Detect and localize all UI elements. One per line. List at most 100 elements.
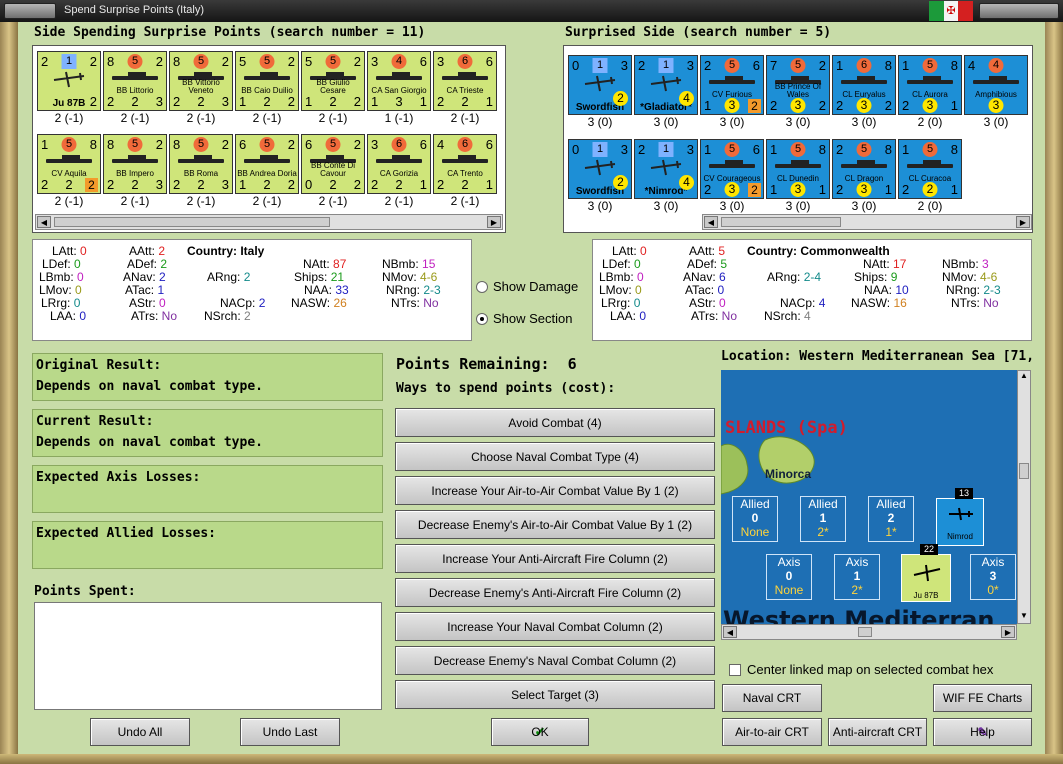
unit-cell[interactable]: 8 5 2 BB Vittorio Veneto 2 2 3 2 (-1) (169, 51, 233, 125)
naval-unit-counter[interactable]: 6 5 2 BB Conte Di Cavour 0 2 2 (301, 134, 365, 194)
naval-unit-counter[interactable]: 1 5 6 CV Courageous 2 3 2 (700, 139, 764, 199)
naval-unit-counter[interactable]: 5 5 2 BB Giulio Cesare 1 2 2 (301, 51, 365, 111)
air-unit-counter[interactable]: 0 1 3 Swordfish 2 (568, 55, 632, 115)
naval-unit-counter[interactable]: 8 5 2 BB Littorio 2 2 3 (103, 51, 167, 111)
points-spent-list[interactable] (34, 602, 382, 710)
spend-option-button[interactable]: Decrease Enemy's Anti-Aircraft Fire Colu… (395, 578, 715, 607)
spending-scrollbar[interactable]: ◀ ▶ (35, 214, 503, 230)
nimrod-counter[interactable]: 13 Nimrod (936, 488, 984, 546)
unit-cell[interactable]: 3 6 6 CA Trieste 2 2 1 2 (-1) (433, 51, 497, 125)
naval-unit-counter[interactable]: 5 5 2 BB Caio Duilio 1 2 2 (235, 51, 299, 111)
spend-option-button[interactable]: Avoid Combat (4) (395, 408, 715, 437)
unit-cell[interactable]: 1 5 8 CL Dunedin 1 3 1 3 (0) (766, 139, 830, 213)
unit-cell[interactable]: 1 5 8 CV Aquila 2 2 2 2 (-1) (37, 134, 101, 208)
unit-cell[interactable]: 2 5 8 CL Dragon 2 3 1 3 (0) (832, 139, 896, 213)
show-damage-option[interactable]: Show Damage (476, 279, 578, 294)
unit-cell[interactable]: 4 6 6 CA Trento 2 2 1 2 (-1) (433, 134, 497, 208)
scroll-up-icon[interactable]: ▲ (1018, 371, 1030, 383)
show-section-option[interactable]: Show Section (476, 311, 573, 326)
unit-cell[interactable]: 2 1 3 *Gladiator* 4 3 (0) (634, 55, 698, 129)
unit-cell[interactable]: 3 6 6 CA Gorizia 2 2 1 2 (-1) (367, 134, 431, 208)
axis-box[interactable]: Axis 0 None (766, 554, 812, 600)
center-map-option[interactable]: Center linked map on selected combat hex (729, 662, 993, 677)
air-unit-counter[interactable]: 2 1 3 *Gladiator* 4 (634, 55, 698, 115)
scroll-right-icon[interactable]: ▶ (1016, 216, 1030, 228)
naval-unit-counter[interactable]: 2 5 8 CL Dragon 2 3 1 (832, 139, 896, 199)
naval-unit-counter[interactable]: 1 5 8 CV Aquila 2 2 2 (37, 134, 101, 194)
map-vscroll[interactable]: ▲ ▼ (1017, 370, 1031, 624)
unit-cell[interactable]: 5 5 2 BB Caio Duilio 1 2 2 2 (-1) (235, 51, 299, 125)
unit-cell[interactable]: 7 5 2 BB Prince Of Wales 2 3 2 3 (0) (766, 55, 830, 129)
map-hscroll[interactable]: ◀ ▶ (721, 624, 1017, 640)
undo-last-button[interactable]: Undo Last (240, 718, 340, 746)
naval-unit-counter[interactable]: 4 4 Amphibious 3 (964, 55, 1028, 115)
scroll-left-icon[interactable]: ◀ (704, 216, 718, 228)
scroll-thumb[interactable] (721, 217, 841, 227)
spend-option-button[interactable]: Decrease Enemy's Air-to-Air Combat Value… (395, 510, 715, 539)
scroll-thumb[interactable] (1019, 463, 1029, 479)
surprised-scrollbar[interactable]: ◀ ▶ (702, 214, 1032, 230)
naval-unit-counter[interactable]: 1 5 8 CL Curacoa 2 2 1 (898, 139, 962, 199)
spend-option-button[interactable]: Increase Your Air-to-Air Combat Value By… (395, 476, 715, 505)
naval-crt-button[interactable]: Naval CRT (722, 684, 822, 712)
allied-box[interactable]: Allied 2 1* (868, 496, 914, 542)
unit-cell[interactable]: 2 1 2 Ju 87B 2 2 (-1) (37, 51, 101, 125)
unit-cell[interactable]: 1 5 8 CL Aurora 2 3 1 2 (0) (898, 55, 962, 129)
axis-box[interactable]: Axis 1 2* (834, 554, 880, 600)
unit-cell[interactable]: 5 5 2 BB Giulio Cesare 1 2 2 2 (-1) (301, 51, 365, 125)
air-unit-counter[interactable]: 2 1 2 Ju 87B 2 (37, 51, 101, 111)
axis-box[interactable]: Axis 3 0* (970, 554, 1016, 600)
unit-cell[interactable]: 2 1 3 *Nimrod* 4 3 (0) (634, 139, 698, 213)
scroll-right-icon[interactable]: ▶ (1001, 626, 1015, 638)
show-section-radio[interactable] (476, 312, 488, 325)
help-button[interactable]: ✎ Help (933, 718, 1032, 746)
air-crt-button[interactable]: Air-to-air CRT (722, 718, 822, 746)
unit-cell[interactable]: 2 5 6 CV Furious 1 3 2 3 (0) (700, 55, 764, 129)
spend-option-button[interactable]: Decrease Enemy's Naval Combat Column (2) (395, 646, 715, 675)
spend-option-button[interactable]: Increase Your Anti-Aircraft Fire Column … (395, 544, 715, 573)
unit-cell[interactable]: 8 5 2 BB Impero 2 2 3 2 (-1) (103, 134, 167, 208)
naval-unit-counter[interactable]: 4 6 6 CA Trento 2 2 1 (433, 134, 497, 194)
unit-cell[interactable]: 1 5 6 CV Courageous 2 3 2 3 (0) (700, 139, 764, 213)
spend-option-button[interactable]: Choose Naval Combat Type (4) (395, 442, 715, 471)
unit-cell[interactable]: 0 1 3 Swordfish 2 3 (0) (568, 139, 632, 213)
unit-cell[interactable]: 6 5 2 BB Andrea Doria 1 2 2 2 (-1) (235, 134, 299, 208)
scroll-down-icon[interactable]: ▼ (1018, 611, 1030, 623)
ju87-counter[interactable]: 22 Ju 87B (901, 544, 951, 602)
center-map-checkbox[interactable] (729, 663, 741, 676)
linked-map[interactable]: SLANDS (Spa) Minorca Allied 0 None Allied 1 2… (721, 370, 1017, 624)
show-damage-radio[interactable] (476, 280, 488, 293)
air-unit-counter[interactable]: 0 1 3 Swordfish 2 (568, 139, 632, 199)
unit-cell[interactable]: 1 6 8 CL Euryalus 2 3 2 3 (0) (832, 55, 896, 129)
unit-cell[interactable]: 0 1 3 Swordfish 2 3 (0) (568, 55, 632, 129)
naval-unit-counter[interactable]: 3 4 6 CA San Giorgio 1 3 1 (367, 51, 431, 111)
scroll-left-icon[interactable]: ◀ (723, 626, 737, 638)
unit-cell[interactable]: 8 5 2 BB Roma 2 2 3 2 (-1) (169, 134, 233, 208)
unit-cell[interactable]: 8 5 2 BB Littorio 2 2 3 2 (-1) (103, 51, 167, 125)
naval-unit-counter[interactable]: 8 5 2 BB Impero 2 2 3 (103, 134, 167, 194)
scroll-thumb[interactable] (858, 627, 872, 637)
naval-unit-counter[interactable]: 1 5 8 CL Aurora 2 3 1 (898, 55, 962, 115)
ok-button[interactable]: ✔ OK (491, 718, 589, 746)
air-unit-counter[interactable]: 2 1 3 *Nimrod* 4 (634, 139, 698, 199)
spend-option-button[interactable]: Increase Your Naval Combat Column (2) (395, 612, 715, 641)
naval-unit-counter[interactable]: 8 5 2 BB Roma 2 2 3 (169, 134, 233, 194)
naval-unit-counter[interactable]: 7 5 2 BB Prince Of Wales 2 3 2 (766, 55, 830, 115)
scroll-left-icon[interactable]: ◀ (37, 216, 51, 228)
scroll-thumb[interactable] (54, 217, 330, 227)
window-controls[interactable] (979, 3, 1059, 19)
naval-unit-counter[interactable]: 1 5 8 CL Dunedin 1 3 1 (766, 139, 830, 199)
allied-box[interactable]: Allied 1 2* (800, 496, 846, 542)
wif-charts-button[interactable]: WIF FE Charts (933, 684, 1032, 712)
unit-cell[interactable]: 6 5 2 BB Conte Di Cavour 0 2 2 2 (-1) (301, 134, 365, 208)
window-menu-button[interactable] (4, 3, 56, 19)
spend-option-button[interactable]: Select Target (3) (395, 680, 715, 709)
undo-all-button[interactable]: Undo All (90, 718, 190, 746)
naval-unit-counter[interactable]: 3 6 6 CA Gorizia 2 2 1 (367, 134, 431, 194)
allied-box[interactable]: Allied 0 None (732, 496, 778, 542)
naval-unit-counter[interactable]: 6 5 2 BB Andrea Doria 1 2 2 (235, 134, 299, 194)
naval-unit-counter[interactable]: 1 6 8 CL Euryalus 2 3 2 (832, 55, 896, 115)
unit-cell[interactable]: 3 4 6 CA San Giorgio 1 3 1 1 (-1) (367, 51, 431, 125)
naval-unit-counter[interactable]: 8 5 2 BB Vittorio Veneto 2 2 3 (169, 51, 233, 111)
naval-unit-counter[interactable]: 2 5 6 CV Furious 1 3 2 (700, 55, 764, 115)
